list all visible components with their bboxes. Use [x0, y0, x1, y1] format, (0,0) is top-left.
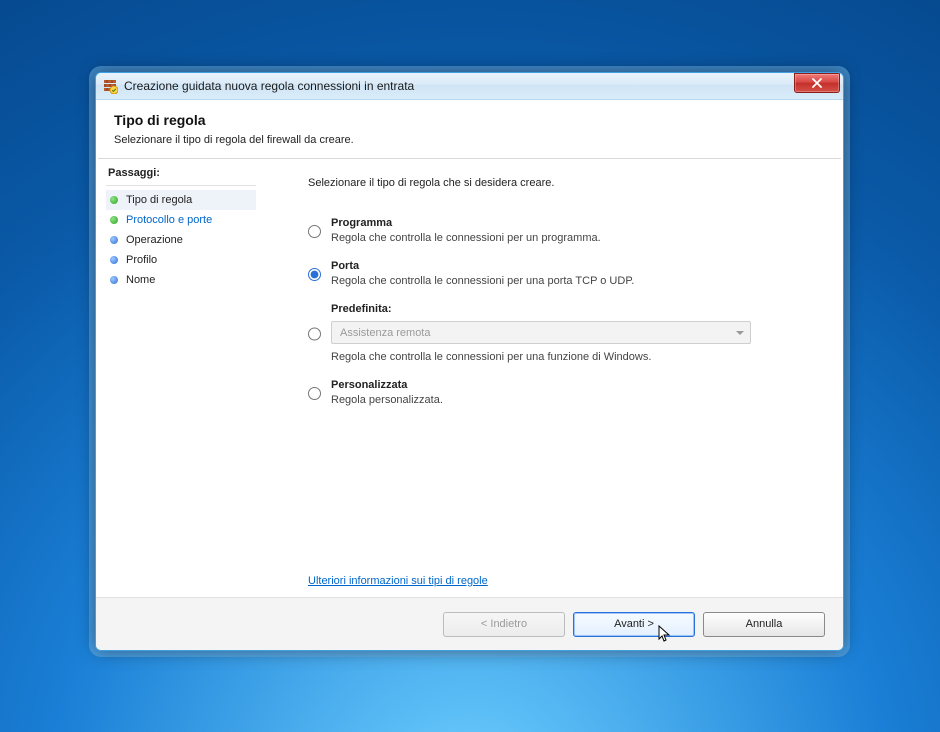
- bullet-icon: [110, 216, 118, 224]
- sidebar-title: Passaggi:: [106, 163, 256, 186]
- back-button: < Indietro: [443, 612, 565, 637]
- step-tipo-di-regola[interactable]: Tipo di regola: [106, 190, 256, 210]
- wizard-main: Selezionare il tipo di regola che si des…: [266, 159, 843, 597]
- option-desc: Regola che controlla le connessioni per …: [331, 275, 634, 287]
- option-programma[interactable]: Programma Regola che controlla le connes…: [308, 217, 819, 244]
- predefinita-dropdown: Assistenza remota: [331, 321, 751, 344]
- firewall-icon: [102, 78, 118, 94]
- step-label: Protocollo e porte: [126, 214, 212, 226]
- next-button-label: Avanti >: [614, 618, 654, 630]
- option-porta[interactable]: Porta Regola che controlla le connession…: [308, 260, 819, 287]
- step-label: Nome: [126, 274, 155, 286]
- bullet-icon: [110, 276, 118, 284]
- rule-type-options: Programma Regola che controlla le connes…: [308, 217, 819, 406]
- close-button[interactable]: [794, 73, 840, 93]
- option-label: Programma: [331, 217, 601, 229]
- option-desc: Regola che controlla le connessioni per …: [331, 351, 751, 363]
- option-label: Porta: [331, 260, 634, 272]
- option-label: Personalizzata: [331, 379, 443, 391]
- intro-text: Selezionare il tipo di regola che si des…: [308, 177, 819, 189]
- wizard-window: Creazione guidata nuova regola connessio…: [95, 72, 844, 651]
- step-protocollo-e-porte[interactable]: Protocollo e porte: [106, 210, 256, 230]
- steps-sidebar: Passaggi: Tipo di regola Protocollo e po…: [96, 159, 266, 597]
- option-desc: Regola che controlla le connessioni per …: [331, 232, 601, 244]
- radio-programma[interactable]: [308, 219, 321, 244]
- dropdown-value: Assistenza remota: [340, 327, 430, 339]
- bullet-icon: [110, 236, 118, 244]
- step-nome[interactable]: Nome: [106, 270, 256, 290]
- radio-porta[interactable]: [308, 262, 321, 287]
- chevron-down-icon: [736, 331, 744, 335]
- page-subtitle: Selezionare il tipo di regola del firewa…: [114, 134, 825, 146]
- step-label: Profilo: [126, 254, 157, 266]
- option-label: Predefinita:: [331, 303, 751, 315]
- step-profilo[interactable]: Profilo: [106, 250, 256, 270]
- wizard-footer: < Indietro Avanti > Annulla: [96, 597, 843, 650]
- page-title: Tipo di regola: [114, 112, 825, 128]
- more-info-section: Ulteriori informazioni sui tipi di regol…: [308, 545, 819, 587]
- bullet-icon: [110, 196, 118, 204]
- option-predefinita[interactable]: Predefinita: Assistenza remota Regola ch…: [308, 303, 819, 363]
- close-icon: [811, 78, 823, 88]
- step-operazione[interactable]: Operazione: [106, 230, 256, 250]
- wizard-header: Tipo di regola Selezionare il tipo di re…: [96, 100, 843, 158]
- wizard-body: Passaggi: Tipo di regola Protocollo e po…: [96, 159, 843, 597]
- more-info-link[interactable]: Ulteriori informazioni sui tipi di regol…: [308, 575, 488, 587]
- radio-predefinita[interactable]: [308, 305, 321, 363]
- cancel-button[interactable]: Annulla: [703, 612, 825, 637]
- step-label: Tipo di regola: [126, 194, 192, 206]
- option-desc: Regola personalizzata.: [331, 394, 443, 406]
- option-personalizzata[interactable]: Personalizzata Regola personalizzata.: [308, 379, 819, 406]
- step-label: Operazione: [126, 234, 183, 246]
- cursor-icon: [658, 625, 672, 643]
- radio-personalizzata[interactable]: [308, 381, 321, 406]
- next-button[interactable]: Avanti >: [573, 612, 695, 637]
- window-title: Creazione guidata nuova regola connessio…: [124, 79, 788, 93]
- bullet-icon: [110, 256, 118, 264]
- title-bar: Creazione guidata nuova regola connessio…: [96, 73, 843, 100]
